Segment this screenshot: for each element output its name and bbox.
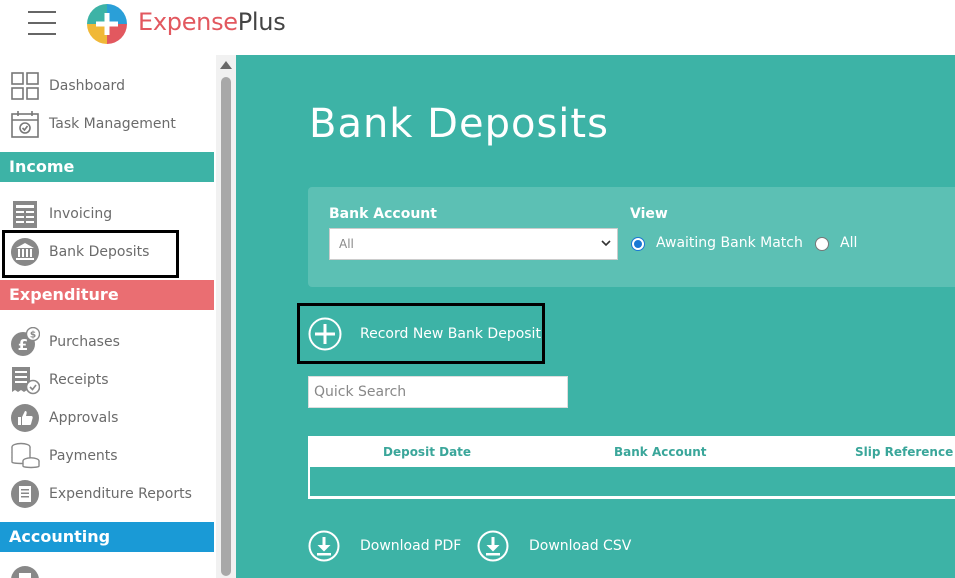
svg-text:$: $ <box>30 331 36 341</box>
column-header-bank-account[interactable]: Bank Account <box>614 445 707 459</box>
scroll-up-arrow-icon[interactable] <box>220 61 232 69</box>
section-expenditure: Expenditure <box>0 280 214 310</box>
quick-search-input[interactable] <box>308 376 568 408</box>
sidebar-item-receipts[interactable]: Receipts <box>0 362 214 398</box>
pound-coin-icon: £ $ <box>11 327 40 356</box>
radio-awaiting-bank-match[interactable] <box>631 237 645 251</box>
download-icon <box>477 530 509 562</box>
main-content: Bank Deposits Bank Account All View Awai… <box>236 55 955 578</box>
sidebar-item-invoicing[interactable]: Invoicing <box>0 196 214 232</box>
sidebar-item-label: Dashboard <box>49 78 125 94</box>
receipt-icon <box>12 367 40 395</box>
deposits-table: Deposit Date Bank Account Slip Reference <box>308 436 955 499</box>
sidebar-item-payments[interactable]: Payments <box>0 438 214 474</box>
sidebar-item-label: Task Management <box>49 116 176 132</box>
sidebar-item-purchases[interactable]: £ $ Purchases <box>0 324 214 360</box>
bank-account-select-value: All <box>339 237 354 251</box>
coins-icon <box>11 442 40 469</box>
dashboard-icon <box>11 72 39 100</box>
filter-panel: Bank Account All View Awaiting Bank Matc… <box>308 187 955 287</box>
thumbs-up-icon <box>11 404 39 432</box>
brand-name: ExpensePlus <box>138 8 286 36</box>
bank-account-label: Bank Account <box>329 206 437 222</box>
sidebar-item-label: Expenditure Reports <box>49 486 192 502</box>
sidebar-item-label: Payments <box>49 448 118 464</box>
menu-icon[interactable] <box>28 11 56 35</box>
column-header-deposit-date[interactable]: Deposit Date <box>383 445 471 459</box>
section-accounting: Accounting <box>0 522 214 552</box>
view-label: View <box>630 206 668 222</box>
sidebar-item-label: Approvals <box>49 410 119 426</box>
calendar-check-icon <box>11 111 39 138</box>
section-income: Income <box>0 152 214 182</box>
download-pdf-label: Download PDF <box>360 538 462 554</box>
bank-account-select[interactable]: All <box>329 228 618 260</box>
sidebar-scrollbar[interactable] <box>216 55 236 578</box>
sidebar-item-label: Receipts <box>49 372 109 388</box>
top-bar: ExpensePlus <box>0 0 955 55</box>
sidebar-item-dashboard[interactable]: Dashboard <box>0 68 214 104</box>
radio-label-awaiting-bank-match[interactable]: Awaiting Bank Match <box>656 235 803 251</box>
expenseplus-logo-icon <box>87 4 127 44</box>
page-title: Bank Deposits <box>309 101 609 147</box>
column-header-slip-reference[interactable]: Slip Reference <box>855 445 953 459</box>
sidebar-item-task-management[interactable]: Task Management <box>0 106 214 142</box>
highlight-box-record-button <box>297 303 545 364</box>
sidebar-item-expenditure-reports[interactable]: Expenditure Reports <box>0 476 214 512</box>
radio-all[interactable] <box>815 237 829 251</box>
download-csv-label: Download CSV <box>529 538 632 554</box>
scroll-thumb[interactable] <box>221 77 231 576</box>
radio-label-all[interactable]: All <box>840 235 857 251</box>
invoice-icon <box>13 201 37 228</box>
chevron-down-icon <box>601 240 611 247</box>
highlight-box-bank-deposits <box>2 230 179 278</box>
download-csv-button[interactable]: Download CSV <box>477 530 637 564</box>
sidebar: Dashboard Task Management Income Invoici… <box>0 55 216 578</box>
accounting-icon <box>11 566 39 578</box>
sidebar-item-approvals[interactable]: Approvals <box>0 400 214 436</box>
sidebar-item-accounting-first[interactable] <box>0 562 214 578</box>
sidebar-item-label: Invoicing <box>49 206 113 222</box>
table-empty-row <box>310 467 955 496</box>
download-icon <box>308 530 340 562</box>
svg-text:£: £ <box>18 336 28 354</box>
download-pdf-button[interactable]: Download PDF <box>308 530 468 564</box>
sidebar-item-label: Purchases <box>49 334 120 350</box>
report-icon <box>11 480 39 508</box>
